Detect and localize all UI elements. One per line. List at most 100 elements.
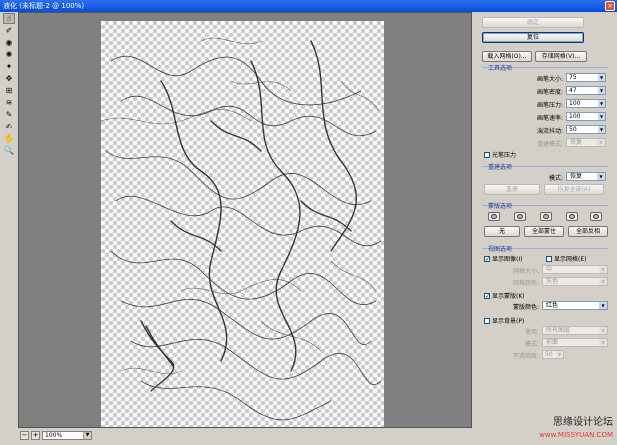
show-image-checkbox[interactable]: ✓ 显示图像(I) <box>484 254 522 263</box>
mask-replace-button[interactable] <box>488 212 500 221</box>
title-bar: 液化 (未标题-2 @ 100%) × <box>0 0 617 12</box>
show-mesh-label: 显示网格(E) <box>554 256 587 263</box>
opacity-label: 不透明度: <box>512 353 539 360</box>
reconstruct-tool[interactable]: ✐ <box>3 25 15 36</box>
reset-button[interactable]: 复位 <box>482 32 584 43</box>
pucker-icon: ✺ <box>5 49 13 59</box>
reconstruct-mode-label-2: 模式: <box>548 175 563 182</box>
backdrop-mode-label: 模式: <box>524 341 539 348</box>
reconstruct-button[interactable]: 重建 <box>484 184 540 195</box>
use-label: 使用: <box>524 329 539 336</box>
thaw-mask-tool[interactable]: ✍ <box>3 121 15 132</box>
chevron-down-icon: ▼ <box>597 173 605 180</box>
restore-all-button[interactable]: 恢复全部(A) <box>544 184 604 195</box>
forward-warp-tool[interactable]: ☝ <box>3 13 15 24</box>
brush-pressure-value: 100 <box>569 100 581 107</box>
show-image-label: 显示图像(I) <box>492 256 523 263</box>
chevron-down-icon: ▼ <box>599 278 607 285</box>
brush-pressure-field[interactable]: 100 ▼ <box>566 99 606 108</box>
reconstruct-mode-select-2[interactable]: 恢复 ▼ <box>566 172 606 181</box>
load-mesh-button[interactable]: 载入网格(O)... <box>482 51 532 62</box>
twirl-tool[interactable]: ◉ <box>3 37 15 48</box>
zoom-select[interactable]: 100% ▼ <box>42 430 92 440</box>
chevron-down-icon: ▼ <box>598 113 605 120</box>
brush-rate-label: 画笔速率: <box>536 115 563 122</box>
twirl-icon: ◉ <box>5 37 13 47</box>
mesh-color-select[interactable]: 灰色 ▼ <box>542 277 608 286</box>
tool-options-title: 工具选项 <box>488 65 513 72</box>
watermark-line2: www.MISSYUAN.COM <box>539 431 613 439</box>
mask-add-icon <box>517 214 523 219</box>
turbulent-jitter-value: 50 <box>569 126 577 133</box>
turbulence-tool[interactable]: ≋ <box>3 97 15 108</box>
checkbox-box: ✓ <box>484 255 491 263</box>
mirror-tool[interactable]: ⊞ <box>3 85 15 96</box>
show-backdrop-label: 显示背景(P) <box>492 318 525 325</box>
mirror-icon: ⊞ <box>5 85 13 95</box>
brush-pressure-label: 画笔压力: <box>536 102 563 109</box>
zoom-icon: 🔍 <box>4 145 14 155</box>
backdrop-mode-select[interactable]: 前面 ▼ <box>542 338 608 347</box>
pucker-tool[interactable]: ✺ <box>3 49 15 60</box>
reconstruct-mode-value-2: 恢复 <box>570 173 583 180</box>
hand-tool[interactable]: ✋ <box>3 133 15 144</box>
mesh-color-value: 灰色 <box>546 278 559 285</box>
turbulent-jitter-field[interactable]: 50 ▼ <box>566 125 606 134</box>
show-mask-checkbox[interactable]: ✓ 显示蒙版(K) <box>484 291 525 300</box>
save-mesh-button[interactable]: 存储网格(V)... <box>535 51 587 62</box>
mask-subtract-button[interactable] <box>540 212 552 221</box>
preview-area[interactable] <box>18 12 472 428</box>
brush-size-value: 75 <box>569 74 577 81</box>
push-left-tool[interactable]: ✥ <box>3 73 15 84</box>
mask-none-button[interactable]: 无 <box>484 226 520 237</box>
chevron-down-icon: ▼ <box>599 339 607 346</box>
reconstruct-options-title: 重建选项 <box>488 164 513 171</box>
chevron-down-icon: ▼ <box>598 126 605 133</box>
brush-rate-value: 100 <box>569 113 581 120</box>
mask-subtract-icon <box>543 214 549 219</box>
brush-density-field[interactable]: 47 ▼ <box>566 86 606 95</box>
checkbox-box <box>546 255 552 262</box>
mask-color-select[interactable]: 红色 ▼ <box>542 301 608 310</box>
zoom-in-button[interactable]: + <box>31 430 40 440</box>
show-mesh-checkbox[interactable]: 显示网格(E) <box>546 254 586 263</box>
zoom-tool[interactable]: 🔍 <box>3 145 15 156</box>
mask-invert-button[interactable] <box>590 212 602 221</box>
chevron-down-icon: ▼ <box>598 87 605 94</box>
reconstruct-mode-select[interactable]: 恢复 ▼ <box>566 138 606 147</box>
opacity-field[interactable]: 50 ▼ <box>542 350 564 359</box>
mesh-size-select[interactable]: 中 ▼ <box>542 265 608 274</box>
chevron-down-icon: ▼ <box>599 302 607 309</box>
stylus-pressure-checkbox[interactable]: 光笔压力 <box>484 150 516 159</box>
zoom-out-button[interactable]: − <box>20 430 29 440</box>
close-button[interactable]: × <box>605 1 615 11</box>
backdrop-mode-value: 前面 <box>546 339 559 346</box>
chevron-down-icon: ▼ <box>598 100 605 107</box>
mesh-size-value: 中 <box>546 266 553 273</box>
brush-size-field[interactable]: 75 ▼ <box>566 73 606 82</box>
reconstruct-mode-label: 重建模式: <box>536 141 563 148</box>
hand-icon: ✋ <box>4 133 14 143</box>
brush-rate-field[interactable]: 100 ▼ <box>566 112 606 121</box>
use-select[interactable]: 所有图层 ▼ <box>542 326 608 335</box>
bloat-icon: ✦ <box>5 61 13 71</box>
invert-all-button[interactable]: 全部反相 <box>568 226 608 237</box>
mask-all-button[interactable]: 全部蒙住 <box>524 226 564 237</box>
watermark-line1: 思缘设计论坛 <box>553 417 613 428</box>
use-value: 所有图层 <box>546 327 571 334</box>
mesh-color-label: 网格颜色: <box>512 280 539 287</box>
document-canvas[interactable] <box>101 21 384 427</box>
window-title: 液化 (未标题-2 @ 100%) <box>3 2 85 10</box>
brush-size-label: 画笔大小: <box>536 76 563 83</box>
show-backdrop-checkbox[interactable]: 显示背景(P) <box>484 316 524 325</box>
brush-density-label: 画笔密度: <box>536 89 563 96</box>
mask-color-value: 红色 <box>546 302 559 309</box>
bloat-tool[interactable]: ✦ <box>3 61 15 72</box>
mask-intersect-icon <box>569 214 575 219</box>
freeze-mask-tool[interactable]: ✎ <box>3 109 15 120</box>
mask-intersect-button[interactable] <box>566 212 578 221</box>
mask-add-button[interactable] <box>514 212 526 221</box>
reconstruct-icon: ✐ <box>5 25 13 35</box>
ok-button[interactable]: 确定 <box>482 17 584 28</box>
checkbox-box <box>484 151 490 158</box>
